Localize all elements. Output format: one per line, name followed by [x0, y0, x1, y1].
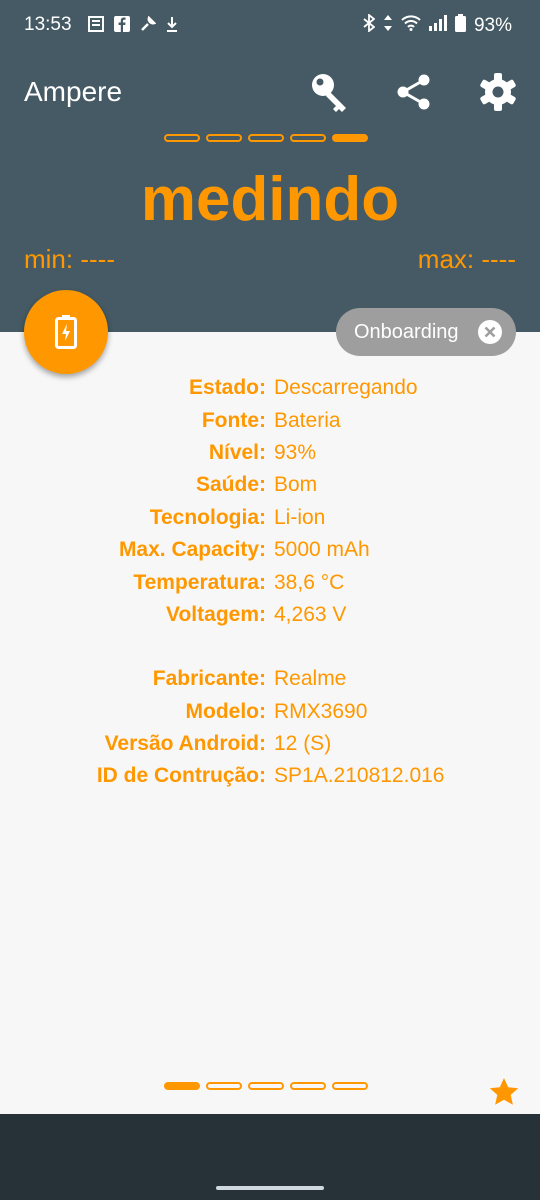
- wrench-icon: [140, 15, 157, 37]
- info-key: Fonte:: [201, 408, 266, 432]
- info-key: Voltagem:: [166, 602, 266, 626]
- max-value: max: ----: [417, 244, 516, 274]
- info-value: Realme: [274, 667, 347, 691]
- battery-icon: [454, 14, 466, 38]
- info-value: 93%: [274, 440, 317, 464]
- battery-charging-icon: [55, 315, 77, 349]
- share-icon: [397, 74, 430, 110]
- page-dot[interactable]: [290, 1082, 326, 1090]
- facebook-icon: [114, 16, 130, 37]
- info-row-android: Versão Android: 12 (S): [0, 728, 540, 760]
- page-dot-active[interactable]: [332, 134, 368, 142]
- gesture-handle[interactable]: [216, 1186, 324, 1190]
- info-row-estado: Estado: Descarregando: [0, 372, 540, 404]
- info-key: Modelo:: [185, 699, 266, 723]
- page-dot[interactable]: [164, 134, 200, 142]
- status-time: 13:53: [24, 14, 72, 35]
- info-row-saude: Saúde: Bom: [0, 469, 540, 501]
- info-value: 12 (S): [274, 732, 332, 756]
- info-key: Estado:: [188, 376, 266, 400]
- battery-fab[interactable]: [24, 290, 108, 374]
- info-value: Bateria: [274, 408, 341, 432]
- data-arrows-icon: [383, 14, 393, 38]
- info-row-tecnologia: Tecnologia: Li-ion: [0, 502, 540, 534]
- info-key: Saúde:: [195, 473, 266, 497]
- wifi-icon: [401, 15, 421, 37]
- page-dot[interactable]: [206, 1082, 242, 1090]
- info-value: Bom: [274, 473, 318, 497]
- key-icon: [312, 74, 346, 112]
- info-value: 4,263 V: [274, 602, 347, 626]
- page-dot[interactable]: [332, 1082, 368, 1090]
- info-row-capacity: Max. Capacity: 5000 mAh: [0, 534, 540, 566]
- info-row-fonte: Fonte: Bateria: [0, 404, 540, 436]
- info-row-nivel: Nível: 93%: [0, 437, 540, 469]
- notification-icons: [88, 15, 178, 37]
- info-key: Fabricante:: [152, 667, 266, 691]
- info-value: Li-ion: [274, 505, 326, 529]
- info-value: Descarregando: [274, 376, 418, 400]
- page-dot-active[interactable]: [164, 1082, 200, 1090]
- close-icon[interactable]: [478, 320, 502, 344]
- battery-percent: 93%: [473, 15, 512, 36]
- top-page-indicator: [164, 134, 368, 142]
- status-bar: 13:53 93%: [0, 0, 540, 48]
- page-dot[interactable]: [206, 134, 242, 142]
- info-row-modelo: Modelo: RMX3690: [0, 696, 540, 728]
- page-dot[interactable]: [290, 134, 326, 142]
- info-key: Tecnologia:: [149, 505, 266, 529]
- info-value: RMX3690: [274, 699, 368, 723]
- star-icon[interactable]: [488, 1076, 520, 1108]
- download-icon: [166, 16, 178, 37]
- bottom-page-indicator: [164, 1082, 368, 1090]
- info-list: Estado: Descarregando Fonte: Bateria Nív…: [0, 372, 540, 793]
- info-row-temperatura: Temperatura: 38,6 °C: [0, 566, 540, 598]
- info-key: ID de Contrução:: [96, 764, 266, 788]
- system-status: 93%: [363, 13, 512, 38]
- app-title: Ampere: [24, 76, 123, 107]
- info-row-voltagem: Voltagem: 4,263 V: [0, 599, 540, 631]
- info-row-build-id: ID de Contrução: SP1A.210812.016: [0, 760, 540, 792]
- app-bar: Ampere medindo min: ---- max: ----: [0, 48, 540, 332]
- info-key: Versão Android:: [104, 732, 266, 756]
- page-dot[interactable]: [248, 134, 284, 142]
- bluetooth-icon: [363, 13, 376, 38]
- settings-button[interactable]: [474, 68, 522, 116]
- onboarding-chip[interactable]: Onboarding: [336, 308, 516, 356]
- info-row-fabricante: Fabricante: Realme: [0, 663, 540, 695]
- onboarding-label: Onboarding: [354, 320, 459, 343]
- settings-icon: [480, 73, 516, 111]
- share-button[interactable]: [390, 68, 438, 116]
- info-value: SP1A.210812.016: [274, 764, 445, 788]
- info-value: 38,6 °C: [274, 570, 345, 594]
- measure-state: medindo: [140, 165, 400, 234]
- page-dot[interactable]: [248, 1082, 284, 1090]
- info-key: Nível:: [208, 440, 266, 464]
- info-key: Max. Capacity:: [118, 538, 266, 562]
- info-value: 5000 mAh: [274, 538, 370, 562]
- info-key: Temperatura:: [133, 570, 266, 594]
- signal-icon: [428, 15, 447, 37]
- min-value: min: ----: [24, 244, 115, 274]
- news-icon: [88, 16, 104, 37]
- navigation-bar: [0, 1114, 540, 1200]
- key-button[interactable]: [306, 68, 354, 116]
